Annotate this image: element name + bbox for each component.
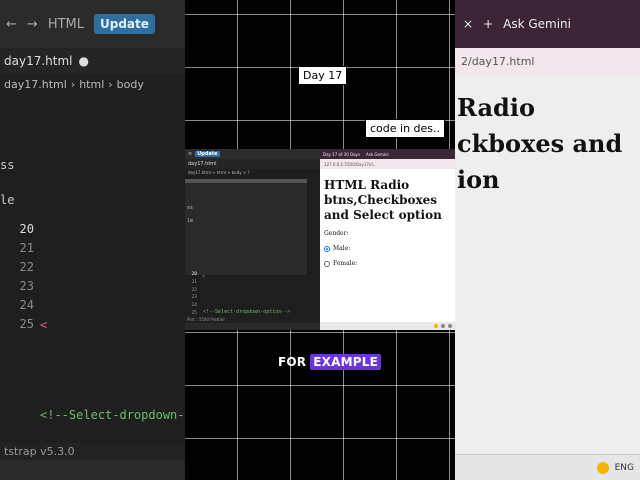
breadcrumb: day17.html > html > body > ? <box>188 170 250 175</box>
system-tray <box>320 322 455 330</box>
language-indicator[interactable]: ENG <box>615 463 634 473</box>
caption: FOR EXAMPLE <box>278 354 381 370</box>
line-number: 23 <box>191 295 197 301</box>
tray-icon <box>441 324 445 328</box>
address-bar[interactable]: 127.0.0.1:5500/Day17/d... <box>320 159 455 169</box>
address-bar[interactable]: 2/day17.html <box>455 48 640 74</box>
line-number: 20 <box>19 222 34 236</box>
line-number: 25 <box>19 317 34 331</box>
radio-button[interactable] <box>324 245 330 252</box>
day-label: Day 17 <box>298 66 348 85</box>
browser-tabbar: × + Ask Gemini <box>455 0 640 48</box>
caption-highlight: EXAMPLE <box>310 354 381 370</box>
weather-icon <box>596 461 609 474</box>
page-heading-fragment: Radio ckboxes and ion <box>455 74 640 198</box>
radio-button[interactable] <box>324 260 330 267</box>
unsaved-dot-icon: ● <box>78 54 89 68</box>
cursor-glyph: < <box>40 318 48 332</box>
page-title: HTML Radio btns,Checkboxes and Select op… <box>324 178 442 222</box>
close-tab-icon[interactable]: × <box>463 17 473 31</box>
editor-titlebar: ≡ Update <box>185 149 320 159</box>
code-fragment: ss <box>0 158 15 172</box>
editor-titlebar: ← → HTML Update <box>0 0 185 48</box>
heading-line: ckboxes and <box>457 129 623 158</box>
editor-overlay-panel: ss le <box>185 179 307 275</box>
note-label: code in des.. <box>365 119 446 138</box>
gender-label: Gender: <box>324 230 349 237</box>
cursor-glyph: < <box>202 274 206 280</box>
browser-tabbar: Day 17 of 30 Days Ask Gemini <box>320 149 455 159</box>
taskbar <box>0 460 185 480</box>
radio-option-female[interactable]: Female: <box>324 260 455 267</box>
new-tab-icon[interactable]: + <box>483 17 493 31</box>
breadcrumb-html[interactable]: html <box>79 78 104 91</box>
menu-icon[interactable]: ≡ <box>188 151 192 157</box>
code-fragment: ss <box>187 205 194 211</box>
html-label: HTML <box>47 16 84 32</box>
breadcrumb-body[interactable]: body <box>117 78 144 91</box>
breadcrumb-file[interactable]: day17.html <box>4 78 67 91</box>
background-editor: ← → HTML Update day17.html ● day17.html ›… <box>0 0 185 480</box>
line-number: 24 <box>191 303 197 309</box>
radio-label: Male: <box>333 245 351 252</box>
browser-preview: Day 17 of 30 Days Ask Gemini 127.0.0.1:5… <box>320 149 455 330</box>
update-button[interactable]: Update <box>195 151 220 157</box>
browser-tab[interactable]: Day 17 of 30 Days <box>323 152 360 157</box>
file-tab[interactable]: day17.html <box>185 159 320 169</box>
radio-option-male[interactable]: Male: <box>324 245 455 252</box>
rendered-page: HTML Radio btns,Checkboxes and Select op… <box>320 169 455 267</box>
radio-label: Female: <box>333 260 358 267</box>
heading-line: ion <box>457 165 500 194</box>
tray-icon <box>448 324 452 328</box>
screen-recording: ≡ Update day17.html day17.html > html > … <box>185 149 455 330</box>
code-fragment: le <box>187 218 194 224</box>
line-number: 22 <box>191 287 197 293</box>
line-number: 24 <box>19 298 34 312</box>
caption-text: FOR <box>278 355 307 369</box>
line-gutter: 20 21 22 23 24 25 <box>0 220 34 334</box>
editor-tab[interactable]: day17.html ● <box>0 48 185 74</box>
status-bar: Port : 5500 Prettier <box>185 316 320 323</box>
taskbar <box>185 323 320 330</box>
background-browser: × + Ask Gemini 2/day17.html Radio ckboxe… <box>455 0 640 480</box>
line-number: 21 <box>191 279 197 285</box>
code-editor: ≡ Update day17.html day17.html > html > … <box>185 149 320 330</box>
code-fragment: le <box>0 193 15 207</box>
line-number: 23 <box>19 279 34 293</box>
system-tray: ENG <box>455 454 640 480</box>
line-number: 20 <box>191 272 197 277</box>
line-number: 22 <box>19 260 34 274</box>
status-text: tstrap v5.3.0 <box>4 444 75 458</box>
heading-line: Radio <box>457 93 535 122</box>
line-number: 21 <box>19 241 34 255</box>
code-comment: <!--Select-dropdown-option--> <box>203 309 291 315</box>
ask-gemini-button[interactable]: Ask Gemini <box>366 152 389 157</box>
breadcrumb: day17.html › html › body <box>0 74 185 94</box>
line-gutter: 20 21 22 23 24 25 <box>185 271 197 318</box>
status-bar: tstrap v5.3.0 <box>0 442 185 460</box>
file-tab-label: day17.html <box>4 54 73 68</box>
update-button[interactable]: Update <box>94 14 155 34</box>
weather-icon <box>434 324 438 328</box>
code-comment: <!--Select-dropdown- <box>40 408 185 422</box>
back-arrow-icon: ← <box>6 16 17 32</box>
forward-arrow-icon: → <box>26 16 38 32</box>
ask-gemini-button[interactable]: Ask Gemini <box>503 17 571 31</box>
